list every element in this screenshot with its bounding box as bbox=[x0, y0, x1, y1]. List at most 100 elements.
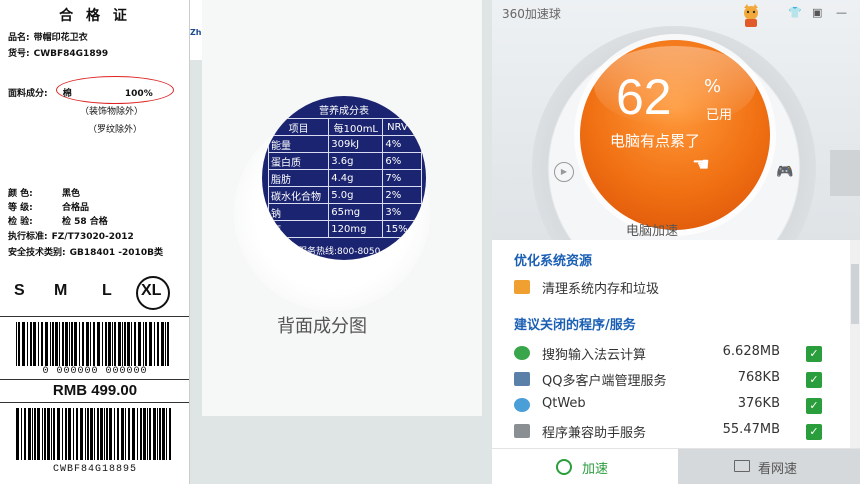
tag-divider bbox=[0, 316, 189, 317]
barcode-stripe bbox=[28, 408, 31, 460]
barcode-stripe bbox=[140, 408, 142, 460]
program-row[interactable]: QQ多客户端管理服务 768KB ✓ bbox=[514, 370, 824, 390]
nutrition-row: 碳水化合物 5.0g 2% bbox=[267, 186, 422, 204]
barcode-stripe bbox=[143, 408, 146, 460]
barcode-stripe bbox=[71, 322, 73, 366]
shirt-icon[interactable]: 👕 bbox=[788, 6, 802, 19]
program-size: 6.628MB bbox=[722, 344, 780, 359]
barcode-stripe bbox=[162, 408, 165, 460]
accelerate-button[interactable]: 加速 bbox=[492, 449, 678, 484]
tag-standard-value: FZ/T73020-2012 bbox=[51, 232, 134, 242]
program-checkbox[interactable]: ✓ bbox=[806, 372, 822, 388]
barcode-stripe bbox=[104, 408, 105, 460]
barcode-stripe bbox=[125, 408, 126, 460]
size-options: S M L XL bbox=[10, 276, 185, 310]
tag-fabric-material: 棉 bbox=[62, 89, 72, 99]
program-size: 768KB bbox=[737, 370, 780, 385]
barcode-stripe bbox=[118, 322, 121, 366]
view-network-speed-button[interactable]: 看网速 bbox=[678, 449, 860, 484]
accelerate-label: 加速 bbox=[582, 462, 609, 477]
status-text: 电脑有点累了 bbox=[610, 132, 701, 150]
program-checkbox[interactable]: ✓ bbox=[806, 424, 822, 440]
clean-memory-label: 清理系统内存和垃圾 bbox=[542, 282, 660, 297]
tag-exclusion-2: （罗纹除外） bbox=[88, 125, 143, 135]
nutrition-label-circle: 营养成分表 项目 每100mL NRV% 能量 309kJ 4% 蛋白质 3.6g 6%… bbox=[262, 96, 426, 260]
percent-sign: % bbox=[704, 76, 722, 97]
program-checkbox[interactable]: ✓ bbox=[806, 346, 822, 362]
message-icon[interactable]: ▣ bbox=[812, 6, 822, 19]
barcode-stripe bbox=[149, 408, 151, 460]
program-name: 程序兼容助手服务 bbox=[542, 426, 647, 441]
nutrition-cell: 4.4g bbox=[328, 169, 384, 187]
tag-inspect-label: 检 验: bbox=[8, 217, 33, 227]
mascot-icon[interactable] bbox=[740, 4, 762, 30]
program-checkbox[interactable]: ✓ bbox=[806, 398, 822, 414]
nutrition-row: 脂肪 4.4g 7% bbox=[267, 169, 422, 187]
barcode-stripe bbox=[145, 322, 147, 366]
barcode-stripe bbox=[87, 408, 89, 460]
program-size: 376KB bbox=[737, 396, 780, 411]
scrollbar-thumb[interactable] bbox=[851, 264, 859, 324]
barcode-stripe bbox=[100, 408, 103, 460]
clothing-tag: 合 格 证 品名: 带帽印花卫衣 货号: CWBF84G1899 面料成分: 棉 1… bbox=[0, 0, 190, 484]
play-icon[interactable]: ▶ bbox=[554, 162, 574, 182]
tag-product-value: 带帽印花卫衣 bbox=[33, 33, 88, 43]
barcode-stripe bbox=[76, 408, 78, 460]
sliver-slide-edge: Zh bbox=[190, 0, 202, 60]
tag-title: 合 格 证 bbox=[59, 8, 131, 24]
barcode-stripe bbox=[122, 322, 123, 366]
tag-exclusion-1: （装饰物除外） bbox=[80, 107, 144, 117]
nutrition-table: 项目 每100mL NRV% 能量 309kJ 4% 蛋白质 3.6g 6% 脂肪 4.4… bbox=[267, 118, 422, 238]
boost-pc-button[interactable]: 电脑加速 bbox=[626, 220, 678, 239]
nutrition-cell: 能量 bbox=[267, 135, 330, 153]
clean-memory-item[interactable]: 清理系统内存和垃圾 bbox=[514, 278, 824, 298]
memory-percent: 62 bbox=[616, 69, 672, 125]
nutrition-cell: 65mg bbox=[328, 203, 384, 221]
tag-safety-label: 安全技术类别: bbox=[8, 248, 66, 258]
barcode-stripe bbox=[105, 322, 107, 366]
nutrition-header-cell: 每100mL bbox=[328, 118, 384, 136]
barcode-stripe bbox=[109, 408, 112, 460]
barcode-stripe bbox=[65, 408, 67, 460]
barcode-stripe bbox=[30, 322, 32, 366]
nutrition-cell: 蛋白质 bbox=[267, 152, 330, 170]
accelerator-footer: 加速 看网速 bbox=[492, 448, 860, 484]
barcode-stripe bbox=[121, 408, 124, 460]
list-scrollbar[interactable] bbox=[850, 240, 860, 448]
tag-grade-value: 合格品 bbox=[62, 203, 90, 213]
tag-grade-label: 等 级: bbox=[8, 203, 33, 213]
barcode-stripe bbox=[167, 322, 169, 366]
pointing-hand-icon: ☚ bbox=[692, 152, 710, 176]
barcode-stripe bbox=[97, 408, 99, 460]
minimize-icon[interactable]: — bbox=[836, 6, 847, 19]
barcode-stripe bbox=[169, 408, 171, 460]
barcode-stripe bbox=[59, 322, 60, 366]
barcode-stripe bbox=[34, 408, 36, 460]
program-name: QtWeb bbox=[542, 396, 586, 411]
nutrition-cell: 3.6g bbox=[328, 152, 384, 170]
barcode-stripe bbox=[166, 408, 167, 460]
tag-fabric-percent: 100% bbox=[124, 89, 153, 99]
accelerate-icon bbox=[556, 459, 572, 475]
gamepad-icon[interactable]: 🎮 bbox=[776, 164, 793, 180]
program-row[interactable]: 程序兼容助手服务 55.47MB ✓ bbox=[514, 422, 824, 442]
page: 合 格 证 品名: 带帽印花卫衣 货号: CWBF84G1899 面料成分: 棉 1… bbox=[0, 0, 860, 484]
barcode-stripe bbox=[137, 408, 138, 460]
size-l: L bbox=[102, 282, 112, 299]
program-row[interactable]: 搜狗输入法云计算 6.628MB ✓ bbox=[514, 344, 824, 364]
tag-safety-value: GB18401 -2010B类 bbox=[69, 248, 163, 258]
tag-color-value: 黑色 bbox=[62, 189, 81, 199]
program-name: QQ多客户端管理服务 bbox=[542, 374, 667, 389]
program-row[interactable]: QtWeb 376KB ✓ bbox=[514, 396, 824, 416]
barcode-stripe bbox=[62, 408, 63, 460]
nutrition-cell: 4% bbox=[382, 135, 422, 153]
tag-grade-row: 等 级: 合格品 bbox=[8, 200, 89, 213]
nutrition-row: 蛋白质 3.6g 6% bbox=[267, 152, 422, 170]
tag-color-row: 颜 色: 黑色 bbox=[8, 186, 80, 199]
tag-sku-row: 货号: CWBF84G1899 bbox=[8, 46, 108, 59]
barcode-stripe bbox=[93, 322, 95, 366]
program-size: 55.47MB bbox=[722, 422, 780, 437]
tag-sku-value: CWBF84G1899 bbox=[33, 49, 109, 59]
accelerator-ball[interactable]: 62 % 已用 电脑有点累了 ☚ bbox=[580, 40, 770, 230]
barcode-stripe bbox=[114, 322, 116, 366]
